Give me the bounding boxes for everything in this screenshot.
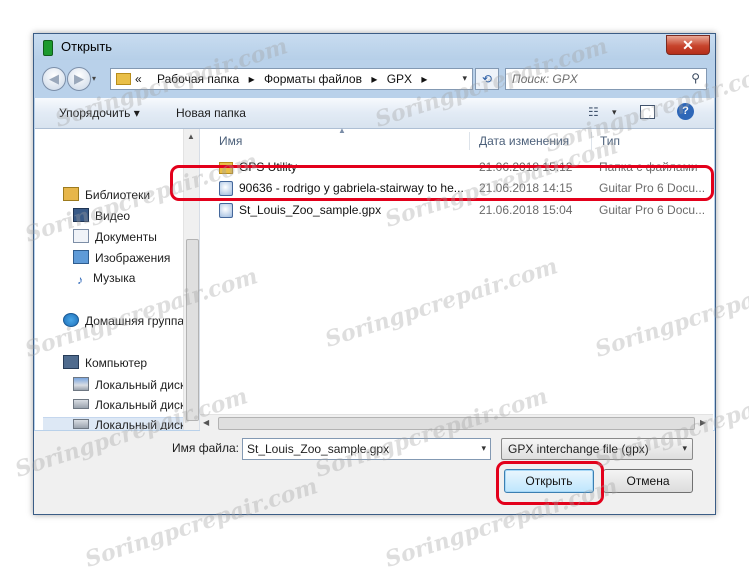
file-name-value: St_Louis_Zoo_sample.gpx — [247, 442, 390, 456]
breadcrumb-overflow[interactable]: « — [135, 72, 142, 86]
sort-indicator-icon: ▲ — [338, 126, 346, 135]
gpx-file-icon — [219, 203, 233, 218]
nav-item-local-disk[interactable]: Локальный диск — [73, 377, 185, 395]
computer-icon — [63, 355, 79, 369]
search-input[interactable]: Поиск: GPX ⚲ — [505, 68, 707, 90]
scrollbar-thumb[interactable] — [218, 417, 695, 430]
open-file-dialog: Открыть ✕ ◀ ▶ ▾ « Рабочая папка ▸ Формат… — [33, 33, 716, 515]
nav-item-label: Локальный диск — [95, 378, 186, 392]
column-header-type[interactable]: Тип — [600, 129, 620, 153]
music-icon: ♪ — [77, 273, 83, 287]
images-icon — [73, 250, 89, 264]
video-icon — [73, 208, 89, 222]
search-placeholder: Поиск: GPX — [512, 72, 578, 86]
view-options-icon[interactable]: ☷ — [588, 105, 599, 119]
nav-item-label: Документы — [95, 230, 157, 244]
breadcrumb-separator[interactable]: ▸ — [371, 72, 377, 86]
nav-item-images[interactable]: Изображения — [73, 250, 170, 268]
file-type-select[interactable]: GPX interchange file (gpx) ▾ — [501, 438, 693, 460]
file-name-input[interactable]: St_Louis_Zoo_sample.gpx ▾ — [242, 438, 491, 460]
breadcrumb-item[interactable]: Форматы файлов — [264, 72, 362, 86]
nav-item-label: Локальный диск — [95, 418, 186, 430]
search-icon: ⚲ — [691, 71, 700, 85]
app-icon — [43, 40, 53, 56]
address-dropdown-button[interactable]: ▾ — [462, 73, 467, 84]
nav-item-computer[interactable]: Компьютер — [63, 355, 147, 373]
organize-button[interactable]: Упорядочить ▾ — [59, 106, 140, 120]
library-icon — [63, 187, 79, 201]
file-highlight-annotation — [170, 165, 714, 201]
preview-pane-icon[interactable] — [640, 105, 655, 119]
open-button-highlight-annotation — [496, 461, 604, 505]
column-header-date[interactable]: Дата изменения — [479, 129, 569, 153]
breadcrumb: « Рабочая папка ▸ Форматы файлов ▸ GPX ▸ — [135, 72, 433, 86]
breadcrumb-separator[interactable]: ▸ — [249, 72, 255, 86]
file-name-panel: Имя файла: St_Louis_Zoo_sample.gpx ▾ GPX… — [34, 431, 715, 514]
file-date: 21.06.2018 15:04 — [479, 203, 573, 217]
nav-item-video[interactable]: Видео — [73, 208, 130, 226]
file-type-value: GPX interchange file (gpx) — [508, 442, 649, 456]
documents-icon — [73, 229, 89, 243]
nav-item-homegroup[interactable]: Домашняя группа — [63, 313, 184, 331]
column-header-name[interactable]: Имя — [219, 129, 242, 153]
cancel-button[interactable]: Отмена — [603, 469, 693, 493]
windows-drive-icon — [73, 377, 89, 391]
folder-icon — [116, 73, 131, 85]
homegroup-icon — [63, 313, 79, 327]
scroll-left-arrow[interactable]: ◀ — [203, 418, 209, 427]
back-button[interactable]: ◀ — [42, 67, 66, 91]
breadcrumb-item[interactable]: Рабочая папка — [157, 72, 239, 86]
new-folder-button[interactable]: Новая папка — [176, 106, 246, 120]
view-dropdown-button[interactable]: ▾ — [612, 107, 617, 118]
column-divider[interactable] — [469, 132, 470, 150]
address-bar[interactable]: « Рабочая папка ▸ Форматы файлов ▸ GPX ▸… — [110, 68, 473, 90]
nav-item-label: Изображения — [95, 251, 171, 265]
column-divider[interactable] — [591, 132, 592, 150]
drive-icon — [73, 419, 89, 429]
nav-item-libraries[interactable]: Библиотеки — [63, 187, 150, 205]
help-icon[interactable]: ? — [677, 103, 694, 120]
nav-item-label: Компьютер — [85, 356, 148, 370]
nav-item-label: Библиотеки — [85, 188, 151, 202]
address-row: ◀ ▶ ▾ « Рабочая папка ▸ Форматы файлов ▸… — [34, 64, 715, 94]
file-name-label: Имя файла: — [172, 441, 239, 455]
nav-item-local-disk[interactable]: Локальный диск — [73, 398, 185, 416]
scrollbar-thumb[interactable] — [186, 239, 199, 421]
refresh-button[interactable]: ⟲ — [475, 68, 499, 90]
breadcrumb-separator[interactable]: ▸ — [421, 72, 427, 86]
command-bar: Упорядочить ▾ Новая папка ☷ ▾ ? — [35, 98, 714, 129]
scroll-right-arrow[interactable]: ▶ — [700, 418, 706, 427]
file-name-dropdown-button[interactable]: ▾ — [481, 443, 486, 454]
file-type-dropdown-button[interactable]: ▾ — [682, 443, 687, 454]
file-row-selected[interactable]: St_Louis_Zoo_sample.gpx 21.06.2018 15:04… — [209, 200, 709, 221]
close-button[interactable]: ✕ — [666, 35, 710, 55]
scroll-up-arrow[interactable]: ▲ — [187, 132, 195, 141]
nav-item-label: Локальный диск — [95, 398, 186, 412]
nav-item-label: Домашняя группа — [85, 314, 185, 328]
file-type: Guitar Pro 6 Docu... — [599, 203, 706, 217]
file-horizontal-scrollbar[interactable]: ◀ ▶ — [200, 414, 713, 431]
forward-button[interactable]: ▶ — [67, 67, 91, 91]
nav-item-music[interactable]: ♪ Музыка — [73, 271, 135, 289]
recent-pages-button[interactable]: ▾ — [92, 74, 96, 83]
nav-item-label: Музыка — [93, 271, 136, 285]
breadcrumb-item[interactable]: GPX — [387, 72, 412, 86]
file-name: St_Louis_Zoo_sample.gpx — [239, 203, 382, 217]
nav-item-local-disk-selected[interactable]: Локальный диск — [43, 417, 186, 430]
drive-icon — [73, 399, 89, 409]
dialog-title: Открыть — [61, 39, 113, 54]
nav-item-label: Видео — [95, 209, 131, 223]
title-bar: Открыть ✕ — [34, 34, 715, 60]
nav-item-documents[interactable]: Документы — [73, 229, 157, 247]
